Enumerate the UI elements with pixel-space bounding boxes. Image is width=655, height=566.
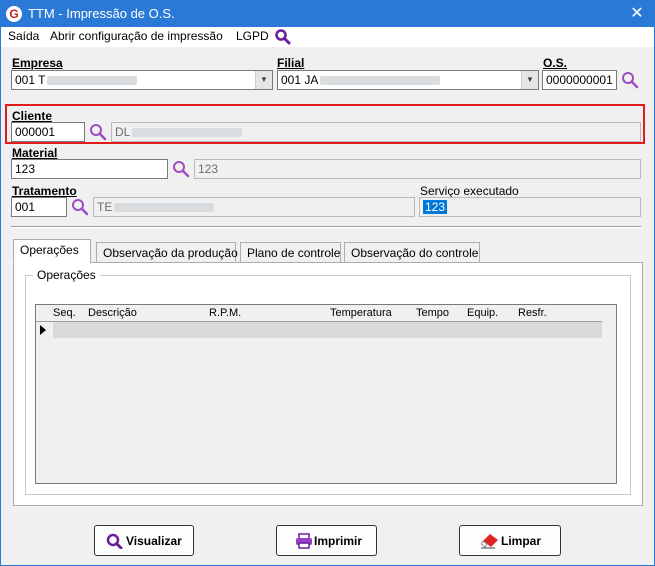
filial-select[interactable]: 001 JA ▼ [277,70,539,90]
tab-panel-operacoes: Operações Seq. Descrição R.P.M. Temperat… [13,262,643,506]
cliente-name-value: DL [115,125,131,139]
col-seq[interactable]: Seq. [53,307,76,319]
printer-icon [296,533,312,549]
redacted-text [320,76,441,86]
tab-observacao-controle[interactable]: Observação do controle [344,242,480,263]
filial-value: 001 JA [281,73,319,87]
visualizar-button[interactable]: Visualizar [94,525,194,556]
tratamento-description-value: TE [97,200,113,214]
close-button[interactable]: ✕ [626,3,648,25]
col-descricao[interactable]: Descrição [88,307,137,319]
servico-value: 123 [423,200,448,214]
divider [11,226,641,228]
magnifier-icon [106,533,123,549]
limpar-button[interactable]: Limpar [459,525,561,556]
cliente-label: Cliente [12,109,53,123]
title-bar[interactable]: G TTM - Impressão de O.S. ✕ [1,1,654,27]
chevron-down-icon[interactable]: ▼ [521,71,538,89]
col-equip[interactable]: Equip. [467,307,498,319]
tab-operacoes[interactable]: Operações [13,239,91,264]
imprimir-label: Imprimir [314,534,363,548]
operacoes-group: Operações Seq. Descrição R.P.M. Temperat… [25,268,631,495]
material-code-input[interactable]: 123 [11,159,168,179]
menu-bar: Saída Abrir configuração de impressão LG… [1,27,654,47]
col-rpm[interactable]: R.P.M. [209,307,241,319]
filial-label: Filial [277,56,305,70]
redacted-text [47,76,138,86]
visualizar-label: Visualizar [126,534,182,548]
os-input[interactable]: 0000000001 [542,70,617,90]
tratamento-search-icon[interactable] [70,197,90,217]
material-description-field: 123 [194,159,641,179]
empresa-label: Empresa [12,56,63,70]
material-search-icon[interactable] [171,159,191,179]
tab-plano-controle[interactable]: Plano de controle [240,242,341,263]
material-label: Material [12,146,58,160]
cliente-name-field: DL [111,122,641,142]
redacted-text [132,128,243,138]
imprimir-button[interactable]: Imprimir [276,525,377,556]
col-tempo[interactable]: Tempo [416,307,449,319]
menu-saida[interactable]: Saída [8,29,39,43]
col-resfr[interactable]: Resfr. [518,307,547,319]
chevron-down-icon[interactable]: ▼ [255,71,272,89]
operacoes-grid[interactable]: Seq. Descrição R.P.M. Temperatura Tempo … [35,304,617,484]
col-temperatura[interactable]: Temperatura [330,307,392,319]
window-title: TTM - Impressão de O.S. [28,6,175,21]
empresa-value: 001 T [15,73,46,87]
tab-observacao-producao[interactable]: Observação da produção [96,242,238,263]
operacoes-group-title: Operações [33,268,100,282]
limpar-label: Limpar [501,534,542,548]
table-row[interactable] [53,322,602,338]
app-logo-icon: G [6,6,22,22]
servico-field[interactable]: 123 [419,197,641,217]
cliente-search-icon[interactable] [88,122,108,142]
os-label: O.S. [543,56,568,70]
servico-label: Serviço executado [420,184,519,198]
tratamento-description-field: TE [93,197,415,217]
tratamento-code-input[interactable]: 001 [11,197,67,217]
redacted-text [114,203,215,213]
grid-header: Seq. Descrição R.P.M. Temperatura Tempo … [36,305,602,322]
os-search-icon[interactable] [620,70,640,90]
eraser-icon [481,534,498,549]
menu-abrir-configuracao[interactable]: Abrir configuração de impressão [50,29,223,43]
tratamento-label: Tratamento [12,184,77,198]
menu-lgpd[interactable]: LGPD [236,29,269,43]
row-indicator-icon [40,325,46,335]
cliente-code-input[interactable]: 000001 [11,122,85,142]
empresa-select[interactable]: 001 T ▼ [11,70,273,90]
menu-search-icon[interactable] [273,27,293,47]
app-window: G TTM - Impressão de O.S. ✕ Saída Abrir … [0,0,655,566]
